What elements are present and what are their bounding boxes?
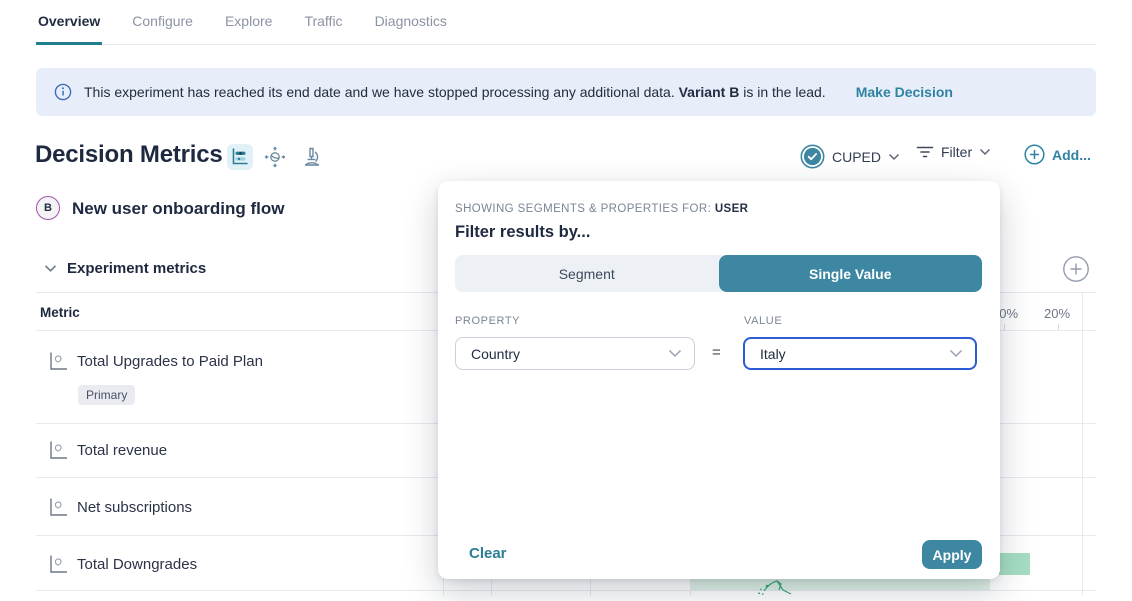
- filter-lines-icon: [916, 144, 934, 160]
- axis-label-20: 20%: [1044, 306, 1070, 321]
- row-border: [36, 590, 1096, 591]
- metric-column-header: Metric: [40, 305, 80, 320]
- tab-overview[interactable]: Overview: [36, 0, 102, 45]
- add-label: Add...: [1052, 147, 1091, 163]
- plus-circle-icon: [1024, 144, 1045, 165]
- forest-plot-icon[interactable]: [227, 144, 253, 170]
- column-border: [491, 578, 492, 596]
- property-label: PROPERTY: [455, 315, 520, 327]
- info-icon: [54, 83, 72, 101]
- column-border: [443, 578, 444, 596]
- add-button[interactable]: Add...: [1024, 144, 1091, 165]
- modal-eyebrow: SHOWING SEGMENTS & PROPERTIES FOR: USER: [455, 203, 748, 215]
- value-select[interactable]: Italy: [743, 337, 977, 370]
- metric-chart-icon: [48, 351, 69, 377]
- modal-eyebrow-target: USER: [715, 203, 749, 215]
- metric-row-name[interactable]: Total Downgrades: [77, 556, 197, 573]
- tab-diagnostics[interactable]: Diagnostics: [373, 0, 449, 45]
- move-globe-icon[interactable]: [262, 144, 288, 170]
- make-decision-link[interactable]: Make Decision: [856, 84, 953, 100]
- tab-configure[interactable]: Configure: [130, 0, 195, 45]
- value-label: VALUE: [744, 315, 782, 327]
- variant-name: New user onboarding flow: [72, 199, 285, 219]
- filter-label: Filter: [941, 144, 972, 160]
- add-metric-button[interactable]: [1062, 255, 1090, 288]
- property-select[interactable]: Country: [455, 337, 695, 370]
- experiment-status-banner: This experiment has reached its end date…: [36, 68, 1096, 116]
- apply-button[interactable]: Apply: [922, 540, 982, 569]
- clear-button[interactable]: Clear: [469, 545, 507, 562]
- column-border: [690, 578, 691, 596]
- chevron-down-icon: [44, 264, 57, 273]
- modal-title: Filter results by...: [455, 223, 590, 242]
- chevron-down-icon: [888, 153, 900, 161]
- tab-explore[interactable]: Explore: [223, 0, 274, 45]
- metric-chart-icon: [48, 497, 69, 523]
- filter-modal: SHOWING SEGMENTS & PROPERTIES FOR: USER …: [438, 181, 1000, 579]
- chevron-down-icon: [668, 349, 682, 358]
- variant-badge: B: [36, 196, 60, 220]
- metric-row-name[interactable]: Total revenue: [77, 442, 167, 459]
- tab-bar: Overview Configure Explore Traffic Diagn…: [36, 0, 1096, 45]
- cuped-label: CUPED: [832, 149, 881, 165]
- experiment-metrics-toggle[interactable]: Experiment metrics: [44, 260, 206, 277]
- metric-chart-icon: [48, 440, 69, 466]
- banner-text: This experiment has reached its end date…: [84, 84, 826, 100]
- filter-mode-toggle: Segment Single Value: [455, 255, 982, 292]
- check-circle-icon: [800, 144, 825, 169]
- confidence-interval-bar: [999, 553, 1030, 575]
- value-select-value: Italy: [760, 346, 786, 362]
- toggle-segment[interactable]: Segment: [455, 255, 719, 292]
- microscope-icon[interactable]: [299, 144, 325, 170]
- metric-row-name[interactable]: Net subscriptions: [77, 499, 192, 516]
- chevron-down-icon: [949, 349, 963, 358]
- property-select-value: Country: [471, 346, 520, 362]
- chart-right-border: [1082, 292, 1083, 596]
- metric-row-name[interactable]: Total Upgrades to Paid Plan: [77, 353, 263, 370]
- toggle-single-value[interactable]: Single Value: [719, 255, 983, 292]
- column-border: [590, 578, 591, 596]
- operator-equals: =: [712, 344, 721, 361]
- primary-badge: Primary: [78, 385, 135, 405]
- page-title: Decision Metrics: [35, 141, 223, 169]
- section-title: Experiment metrics: [67, 260, 206, 277]
- tab-traffic[interactable]: Traffic: [302, 0, 344, 45]
- banner-variant-bold: Variant B: [679, 84, 740, 100]
- metric-chart-icon: [48, 554, 69, 580]
- chevron-down-icon: [979, 148, 991, 156]
- cuped-control[interactable]: CUPED: [800, 144, 900, 169]
- highlighted-chart-cell: [690, 578, 990, 590]
- filter-control[interactable]: Filter: [916, 144, 991, 160]
